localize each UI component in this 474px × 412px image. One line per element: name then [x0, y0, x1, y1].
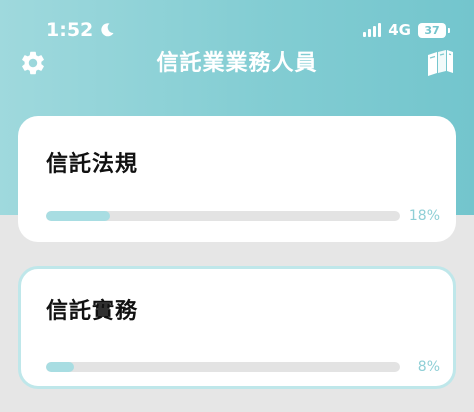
course-title: 信託法規 — [46, 152, 139, 177]
moon-icon — [101, 23, 114, 37]
progress-track — [46, 211, 400, 221]
battery-level: 37 — [424, 23, 440, 37]
status-time-group: 1:52 — [46, 19, 115, 41]
books-icon[interactable] — [424, 46, 456, 78]
page-title: 信託業業務人員 — [156, 51, 318, 76]
progress-percent: 18% — [408, 208, 440, 224]
course-card-trust-practice[interactable]: 信託實務 8% — [18, 266, 456, 389]
battery-icon: 37 — [418, 22, 450, 38]
status-bar: 1:52 4G 37 — [0, 0, 474, 44]
status-time: 1:52 — [46, 19, 94, 41]
status-indicators: 4G 37 — [363, 21, 450, 39]
signal-icon — [363, 23, 382, 37]
progress-track — [46, 362, 400, 372]
progress-percent: 8% — [417, 359, 440, 375]
course-title: 信託實務 — [46, 299, 139, 324]
course-card-trust-law[interactable]: 信託法規 18% — [18, 116, 456, 242]
progress-fill — [46, 211, 110, 221]
network-label: 4G — [388, 21, 411, 39]
progress-fill — [46, 362, 75, 372]
